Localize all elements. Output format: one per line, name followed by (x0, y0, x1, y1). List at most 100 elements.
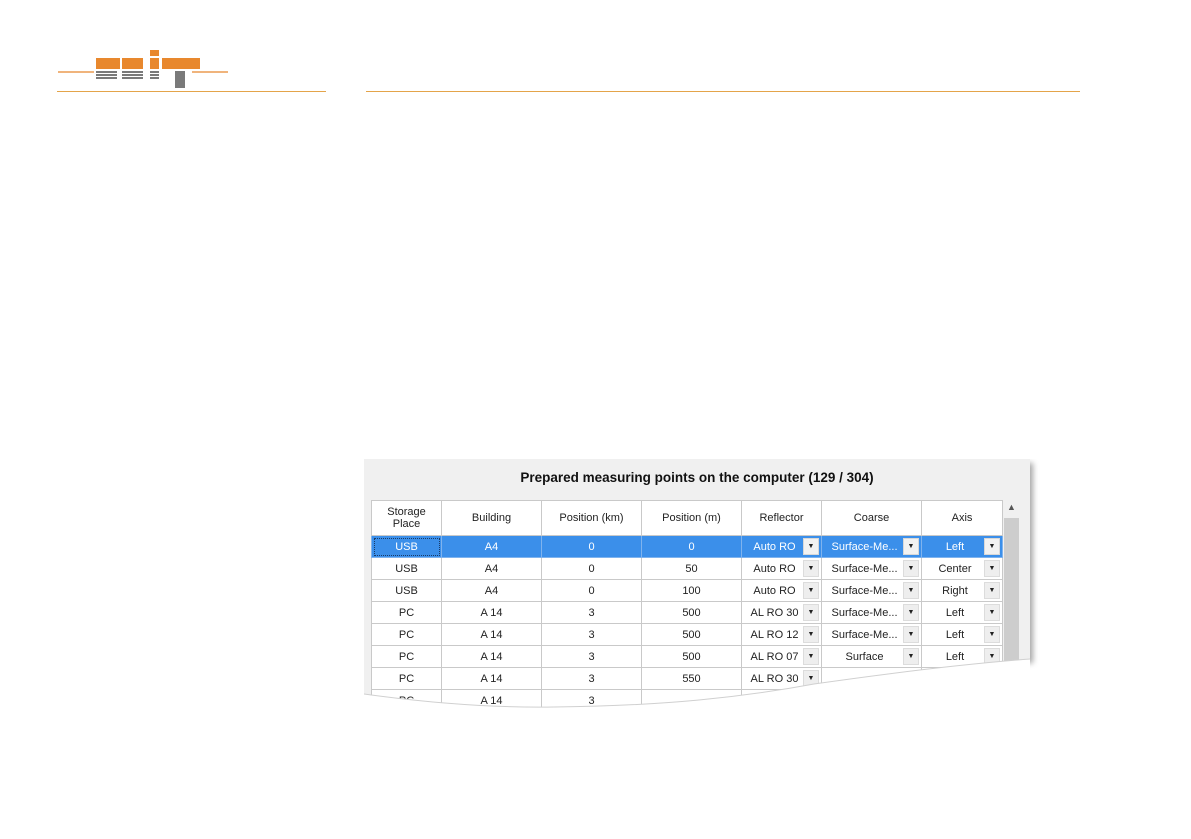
dropdown-arrow-icon[interactable]: ▼ (803, 648, 819, 665)
column-header-coarse[interactable]: Coarse (821, 500, 922, 536)
cell-reflector-dropdown[interactable]: AL RO 07 ▼ (743, 647, 821, 667)
cell-storage-place[interactable]: PC (371, 601, 442, 624)
cell-reflector[interactable]: AL RO 07 ▼ (741, 645, 822, 668)
table-row[interactable]: PC A 14 3 500 AL RO 30 ▼ Surface-Me... ▼ Left ▼ (371, 601, 1003, 624)
cell-reflector[interactable] (741, 689, 822, 711)
cell-coarse-dropdown[interactable]: Surface-Me... ▼ (823, 625, 921, 645)
cell-building[interactable]: A 14 (441, 689, 542, 710)
cell-axis-dropdown[interactable]: Right ▼ (923, 581, 1002, 601)
cell-reflector-dropdown[interactable]: AL RO 30 ▼ (743, 669, 821, 689)
dropdown-arrow-icon[interactable]: ▼ (803, 604, 819, 621)
cell-axis[interactable]: Left ▼ (921, 601, 1003, 624)
dropdown-arrow-icon[interactable]: ▼ (903, 560, 919, 577)
dropdown-arrow-icon[interactable]: ▼ (984, 582, 1000, 599)
cell-coarse[interactable]: Surface-Me... ▼ (821, 557, 922, 580)
column-header-storage[interactable]: Storage Place (371, 500, 442, 536)
cell-position-km[interactable]: 0 (541, 557, 642, 580)
dropdown-arrow-icon[interactable]: ▼ (984, 560, 1000, 577)
cell-building[interactable]: A 14 (441, 601, 542, 624)
column-header-building[interactable]: Building (441, 500, 542, 536)
cell-axis[interactable] (921, 689, 1003, 711)
cell-building[interactable]: A 14 (441, 623, 542, 646)
dropdown-arrow-icon[interactable]: ▼ (803, 626, 819, 643)
cell-storage-place[interactable]: PC (371, 689, 442, 710)
cell-axis[interactable]: Center ▼ (921, 557, 1003, 580)
cell-coarse[interactable]: Surface-Me... ▼ (821, 535, 922, 558)
cell-coarse[interactable] (821, 689, 922, 711)
cell-reflector[interactable]: AL RO 30 ▼ (741, 667, 822, 690)
cell-position-m[interactable]: 500 (641, 623, 742, 646)
cell-axis[interactable]: Right ▼ (921, 579, 1003, 602)
cell-coarse[interactable]: Surface-Me... ▼ (821, 601, 922, 624)
dropdown-arrow-icon[interactable]: ▼ (903, 626, 919, 643)
cell-coarse-dropdown[interactable] (823, 691, 921, 711)
cell-coarse-dropdown[interactable] (823, 669, 921, 689)
cell-storage-place[interactable]: USB (371, 579, 442, 602)
table-row[interactable]: PC A 14 3 500 AL RO 12 ▼ Surface-Me... ▼ Left ▼ (371, 623, 1003, 646)
cell-axis-dropdown[interactable]: Left ▼ (923, 625, 1002, 645)
cell-position-km[interactable]: 3 (541, 623, 642, 646)
table-row[interactable]: PC A 14 3 (371, 689, 1003, 711)
cell-storage-place[interactable]: USB (371, 535, 442, 558)
cell-axis[interactable]: Left ▼ (921, 645, 1003, 668)
dropdown-arrow-icon[interactable]: ▼ (984, 626, 1000, 643)
dropdown-arrow-icon[interactable]: ▼ (903, 648, 919, 665)
table-row[interactable]: USB A4 0 0 Auto RO ▼ Surface-Me... ▼ Left ▼ (371, 535, 1003, 558)
cell-building[interactable]: A 14 (441, 645, 542, 668)
cell-reflector[interactable]: Auto RO ▼ (741, 557, 822, 580)
cell-position-m[interactable]: 0 (641, 535, 742, 558)
cell-position-km[interactable]: 0 (541, 579, 642, 602)
cell-position-km[interactable]: 3 (541, 601, 642, 624)
cell-building[interactable]: A 14 (441, 667, 542, 690)
cell-building[interactable]: A4 (441, 535, 542, 558)
cell-axis-dropdown[interactable]: Left ▼ (923, 603, 1002, 623)
cell-coarse[interactable]: Surface ▼ (821, 645, 922, 668)
cell-reflector-dropdown[interactable]: Auto RO ▼ (743, 537, 821, 557)
dropdown-arrow-icon[interactable]: ▼ (803, 670, 819, 687)
cell-axis[interactable]: Left ▼ (921, 535, 1003, 558)
cell-coarse[interactable] (821, 667, 922, 690)
cell-position-km[interactable]: 3 (541, 667, 642, 690)
cell-storage-place[interactable]: PC (371, 645, 442, 668)
scroll-up-icon[interactable]: ▲ (1003, 502, 1020, 516)
table-row[interactable]: USB A4 0 50 Auto RO ▼ Surface-Me... ▼ Center ▼ (371, 557, 1003, 580)
cell-position-m[interactable]: 100 (641, 579, 742, 602)
cell-axis[interactable]: Left ▼ (921, 623, 1003, 646)
cell-storage-place[interactable]: PC (371, 623, 442, 646)
cell-reflector-dropdown[interactable]: Auto RO ▼ (743, 581, 821, 601)
cell-reflector[interactable]: AL RO 12 ▼ (741, 623, 822, 646)
cell-axis-dropdown[interactable]: Left ▼ (923, 537, 1002, 557)
cell-coarse-dropdown[interactable]: Surface ▼ (823, 647, 921, 667)
table-row[interactable]: USB A4 0 100 Auto RO ▼ Surface-Me... ▼ Right ▼ (371, 579, 1003, 602)
dropdown-arrow-icon[interactable]: ▼ (984, 538, 1000, 555)
cell-building[interactable]: A4 (441, 579, 542, 602)
cell-reflector[interactable]: Auto RO ▼ (741, 535, 822, 558)
cell-axis[interactable] (921, 667, 1003, 690)
cell-coarse-dropdown[interactable]: Surface-Me... ▼ (823, 559, 921, 579)
dropdown-arrow-icon[interactable]: ▼ (803, 560, 819, 577)
dropdown-arrow-icon[interactable]: ▼ (803, 538, 819, 555)
cell-axis-dropdown[interactable] (923, 691, 1002, 711)
cell-axis-dropdown[interactable]: Center ▼ (923, 559, 1002, 579)
cell-reflector[interactable]: AL RO 30 ▼ (741, 601, 822, 624)
cell-coarse[interactable]: Surface-Me... ▼ (821, 579, 922, 602)
cell-position-km[interactable]: 3 (541, 645, 642, 668)
cell-axis-dropdown[interactable] (923, 669, 1002, 689)
table-row[interactable]: PC A 14 3 500 AL RO 07 ▼ Surface ▼ Left ▼ (371, 645, 1003, 668)
cell-coarse-dropdown[interactable]: Surface-Me... ▼ (823, 603, 921, 623)
cell-reflector[interactable]: Auto RO ▼ (741, 579, 822, 602)
cell-position-m[interactable]: 550 (641, 667, 742, 690)
column-header-reflector[interactable]: Reflector (741, 500, 822, 536)
cell-coarse-dropdown[interactable]: Surface-Me... ▼ (823, 581, 921, 601)
dropdown-arrow-icon[interactable]: ▼ (803, 582, 819, 599)
dropdown-arrow-icon[interactable]: ▼ (903, 582, 919, 599)
dropdown-arrow-icon[interactable]: ▼ (984, 648, 1000, 665)
cell-position-m[interactable]: 500 (641, 645, 742, 668)
cell-reflector-dropdown[interactable]: AL RO 30 ▼ (743, 603, 821, 623)
cell-position-km[interactable]: 0 (541, 535, 642, 558)
scrollbar-thumb[interactable] (1004, 518, 1019, 710)
cell-reflector-dropdown[interactable]: Auto RO ▼ (743, 559, 821, 579)
cell-reflector-dropdown[interactable] (743, 691, 821, 711)
cell-position-m[interactable]: 500 (641, 601, 742, 624)
cell-coarse[interactable]: Surface-Me... ▼ (821, 623, 922, 646)
